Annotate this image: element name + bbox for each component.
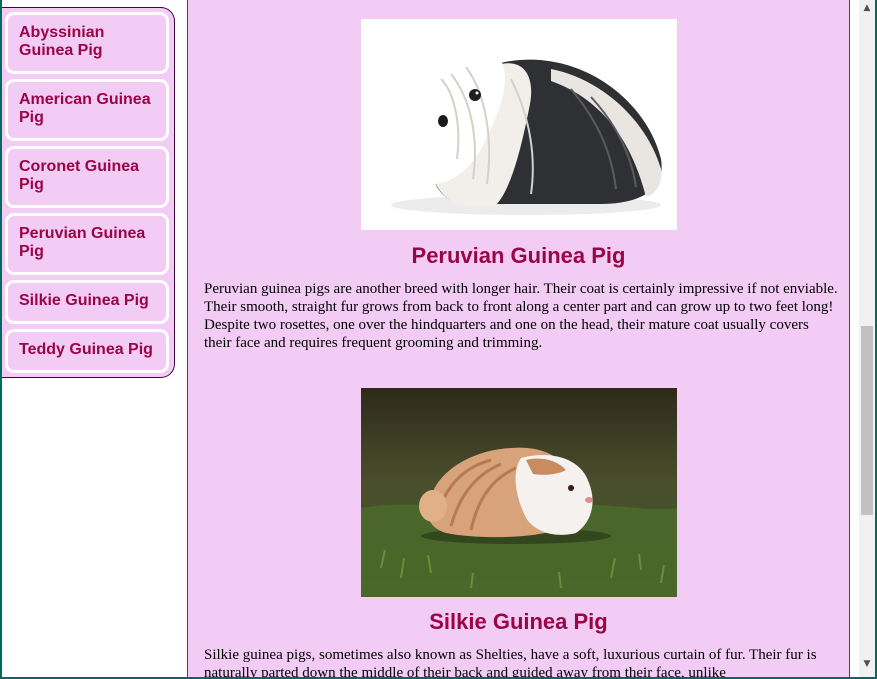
breed-description: Silkie guinea pigs, sometimes also known… [204, 647, 817, 677]
triangle-down-icon[interactable]: ▼ [859, 656, 875, 672]
sidebar-item-teddy[interactable]: Teddy Guinea Pig [5, 329, 169, 373]
scrollbar-thumb[interactable] [861, 326, 873, 515]
silkie-guinea-pig-photo [361, 388, 677, 597]
main-content[interactable]: Peruvian Guinea Pig Peruvian guinea pigs… [187, 0, 850, 677]
sidebar-item-american[interactable]: American Guinea Pig [5, 79, 169, 141]
breed-title: Silkie Guinea Pig [429, 609, 608, 634]
peruvian-guinea-pig-photo [361, 19, 677, 230]
browser-viewport: Abyssinian Guinea Pig American Guinea Pi… [2, 0, 875, 677]
breed-title: Peruvian Guinea Pig [411, 243, 626, 268]
breed-description: Peruvian guinea pigs are another breed w… [204, 281, 838, 351]
breed-sidebar: Abyssinian Guinea Pig American Guinea Pi… [2, 7, 175, 378]
sidebar-item-silkie[interactable]: Silkie Guinea Pig [5, 280, 169, 324]
vertical-scrollbar[interactable]: ▲ ▼ [859, 0, 875, 677]
sidebar-item-peruvian[interactable]: Peruvian Guinea Pig [5, 213, 169, 275]
sidebar-item-coronet[interactable]: Coronet Guinea Pig [5, 146, 169, 208]
triangle-up-icon[interactable]: ▲ [859, 0, 875, 16]
sidebar-item-abyssinian[interactable]: Abyssinian Guinea Pig [5, 12, 169, 74]
